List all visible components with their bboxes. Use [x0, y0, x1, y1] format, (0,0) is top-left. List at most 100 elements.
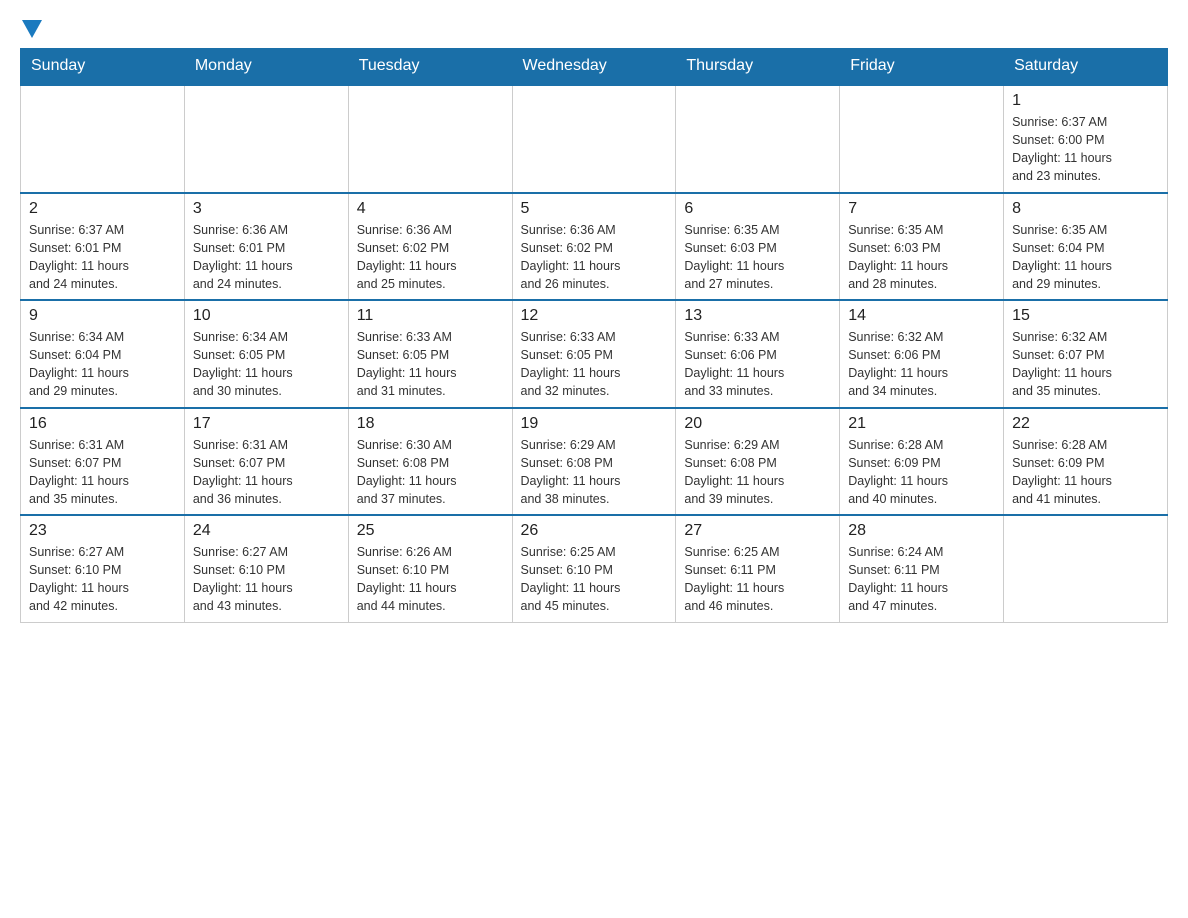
day-info: Sunrise: 6:25 AM Sunset: 6:10 PM Dayligh… — [521, 543, 668, 616]
day-number: 1 — [1012, 92, 1159, 110]
day-number: 28 — [848, 522, 995, 540]
calendar-week-row: 9 Sunrise: 6:34 AM Sunset: 6:04 PM Daylig… — [21, 300, 1168, 408]
calendar-week-row: 2 Sunrise: 6:37 AM Sunset: 6:01 PM Daylig… — [21, 193, 1168, 301]
calendar-cell — [512, 85, 676, 193]
day-number: 4 — [357, 200, 504, 218]
calendar-cell — [348, 85, 512, 193]
day-info: Sunrise: 6:28 AM Sunset: 6:09 PM Dayligh… — [848, 436, 995, 509]
calendar-table: SundayMondayTuesdayWednesdayThursdayFrid… — [20, 48, 1168, 623]
day-number: 19 — [521, 415, 668, 433]
day-number: 12 — [521, 307, 668, 325]
calendar-cell: 25 Sunrise: 6:26 AM Sunset: 6:10 PM Dayli… — [348, 515, 512, 622]
day-info: Sunrise: 6:32 AM Sunset: 6:06 PM Dayligh… — [848, 328, 995, 401]
calendar-cell: 5 Sunrise: 6:36 AM Sunset: 6:02 PM Daylig… — [512, 193, 676, 301]
calendar-cell — [676, 85, 840, 193]
calendar-cell: 9 Sunrise: 6:34 AM Sunset: 6:04 PM Daylig… — [21, 300, 185, 408]
day-number: 7 — [848, 200, 995, 218]
calendar-cell: 23Sunrise: 6:27 AM Sunset: 6:10 PM Dayli… — [21, 515, 185, 622]
day-number: 3 — [193, 200, 340, 218]
calendar-cell: 2 Sunrise: 6:37 AM Sunset: 6:01 PM Daylig… — [21, 193, 185, 301]
day-info: Sunrise: 6:33 AM Sunset: 6:05 PM Dayligh… — [357, 328, 504, 401]
calendar-cell: 27 Sunrise: 6:25 AM Sunset: 6:11 PM Dayli… — [676, 515, 840, 622]
calendar-cell: 4 Sunrise: 6:36 AM Sunset: 6:02 PM Daylig… — [348, 193, 512, 301]
day-number: 20 — [684, 415, 831, 433]
calendar-cell: 17 Sunrise: 6:31 AM Sunset: 6:07 PM Dayli… — [184, 408, 348, 516]
day-info: Sunrise: 6:34 AM Sunset: 6:05 PM Dayligh… — [193, 328, 340, 401]
logo-triangle-icon — [22, 20, 42, 38]
day-info: Sunrise: 6:37 AM Sunset: 6:01 PM Dayligh… — [29, 221, 176, 294]
day-info: Sunrise: 6:36 AM Sunset: 6:02 PM Dayligh… — [521, 221, 668, 294]
day-number: 14 — [848, 307, 995, 325]
calendar-cell: 20 Sunrise: 6:29 AM Sunset: 6:08 PM Dayli… — [676, 408, 840, 516]
day-number: 11 — [357, 307, 504, 325]
day-number: 16 — [29, 415, 176, 433]
calendar-cell: 10 Sunrise: 6:34 AM Sunset: 6:05 PM Dayli… — [184, 300, 348, 408]
header-saturday: Saturday — [1004, 49, 1168, 85]
calendar-cell: 16 Sunrise: 6:31 AM Sunset: 6:07 PM Dayli… — [21, 408, 185, 516]
calendar-cell — [1004, 515, 1168, 622]
day-number: 2 — [29, 200, 176, 218]
day-info: Sunrise: 6:36 AM Sunset: 6:02 PM Dayligh… — [357, 221, 504, 294]
page-header — [20, 20, 1168, 38]
day-info: Sunrise: 6:36 AM Sunset: 6:01 PM Dayligh… — [193, 221, 340, 294]
day-number: 10 — [193, 307, 340, 325]
day-info: Sunrise: 6:27 AM Sunset: 6:10 PM Dayligh… — [29, 543, 176, 616]
calendar-cell: 11 Sunrise: 6:33 AM Sunset: 6:05 PM Dayli… — [348, 300, 512, 408]
calendar-cell — [840, 85, 1004, 193]
calendar-cell: 13Sunrise: 6:33 AM Sunset: 6:06 PM Dayli… — [676, 300, 840, 408]
calendar-cell: 28 Sunrise: 6:24 AM Sunset: 6:11 PM Dayli… — [840, 515, 1004, 622]
calendar-cell: 19 Sunrise: 6:29 AM Sunset: 6:08 PM Dayli… — [512, 408, 676, 516]
day-number: 17 — [193, 415, 340, 433]
calendar-cell: 8 Sunrise: 6:35 AM Sunset: 6:04 PM Daylig… — [1004, 193, 1168, 301]
calendar-cell — [184, 85, 348, 193]
calendar-week-row: 16 Sunrise: 6:31 AM Sunset: 6:07 PM Dayli… — [21, 408, 1168, 516]
day-number: 26 — [521, 522, 668, 540]
day-info: Sunrise: 6:31 AM Sunset: 6:07 PM Dayligh… — [193, 436, 340, 509]
day-info: Sunrise: 6:32 AM Sunset: 6:07 PM Dayligh… — [1012, 328, 1159, 401]
day-info: Sunrise: 6:29 AM Sunset: 6:08 PM Dayligh… — [521, 436, 668, 509]
calendar-cell: 7 Sunrise: 6:35 AM Sunset: 6:03 PM Daylig… — [840, 193, 1004, 301]
header-thursday: Thursday — [676, 49, 840, 85]
header-sunday: Sunday — [21, 49, 185, 85]
day-info: Sunrise: 6:25 AM Sunset: 6:11 PM Dayligh… — [684, 543, 831, 616]
day-info: Sunrise: 6:33 AM Sunset: 6:05 PM Dayligh… — [521, 328, 668, 401]
day-info: Sunrise: 6:24 AM Sunset: 6:11 PM Dayligh… — [848, 543, 995, 616]
day-info: Sunrise: 6:34 AM Sunset: 6:04 PM Dayligh… — [29, 328, 176, 401]
day-info: Sunrise: 6:26 AM Sunset: 6:10 PM Dayligh… — [357, 543, 504, 616]
calendar-cell: 26 Sunrise: 6:25 AM Sunset: 6:10 PM Dayli… — [512, 515, 676, 622]
day-info: Sunrise: 6:31 AM Sunset: 6:07 PM Dayligh… — [29, 436, 176, 509]
header-friday: Friday — [840, 49, 1004, 85]
day-info: Sunrise: 6:30 AM Sunset: 6:08 PM Dayligh… — [357, 436, 504, 509]
day-number: 27 — [684, 522, 831, 540]
day-number: 25 — [357, 522, 504, 540]
header-monday: Monday — [184, 49, 348, 85]
day-info: Sunrise: 6:27 AM Sunset: 6:10 PM Dayligh… — [193, 543, 340, 616]
day-number: 21 — [848, 415, 995, 433]
day-info: Sunrise: 6:35 AM Sunset: 6:04 PM Dayligh… — [1012, 221, 1159, 294]
calendar-week-row: 23Sunrise: 6:27 AM Sunset: 6:10 PM Dayli… — [21, 515, 1168, 622]
calendar-header-row: SundayMondayTuesdayWednesdayThursdayFrid… — [21, 49, 1168, 85]
calendar-cell: 3 Sunrise: 6:36 AM Sunset: 6:01 PM Daylig… — [184, 193, 348, 301]
day-info: Sunrise: 6:33 AM Sunset: 6:06 PM Dayligh… — [684, 328, 831, 401]
day-number: 15 — [1012, 307, 1159, 325]
calendar-cell: 24 Sunrise: 6:27 AM Sunset: 6:10 PM Dayli… — [184, 515, 348, 622]
calendar-cell: 12 Sunrise: 6:33 AM Sunset: 6:05 PM Dayli… — [512, 300, 676, 408]
calendar-cell: 6 Sunrise: 6:35 AM Sunset: 6:03 PM Daylig… — [676, 193, 840, 301]
day-number: 24 — [193, 522, 340, 540]
calendar-cell: 1Sunrise: 6:37 AM Sunset: 6:00 PM Daylig… — [1004, 85, 1168, 193]
calendar-cell: 14 Sunrise: 6:32 AM Sunset: 6:06 PM Dayli… — [840, 300, 1004, 408]
day-info: Sunrise: 6:35 AM Sunset: 6:03 PM Dayligh… — [684, 221, 831, 294]
calendar-cell — [21, 85, 185, 193]
day-number: 22 — [1012, 415, 1159, 433]
day-info: Sunrise: 6:35 AM Sunset: 6:03 PM Dayligh… — [848, 221, 995, 294]
calendar-cell: 21 Sunrise: 6:28 AM Sunset: 6:09 PM Dayli… — [840, 408, 1004, 516]
day-number: 8 — [1012, 200, 1159, 218]
day-number: 9 — [29, 307, 176, 325]
header-wednesday: Wednesday — [512, 49, 676, 85]
header-tuesday: Tuesday — [348, 49, 512, 85]
calendar-week-row: 1Sunrise: 6:37 AM Sunset: 6:00 PM Daylig… — [21, 85, 1168, 193]
calendar-cell: 15 Sunrise: 6:32 AM Sunset: 6:07 PM Dayli… — [1004, 300, 1168, 408]
day-number: 6 — [684, 200, 831, 218]
day-info: Sunrise: 6:29 AM Sunset: 6:08 PM Dayligh… — [684, 436, 831, 509]
day-number: 5 — [521, 200, 668, 218]
